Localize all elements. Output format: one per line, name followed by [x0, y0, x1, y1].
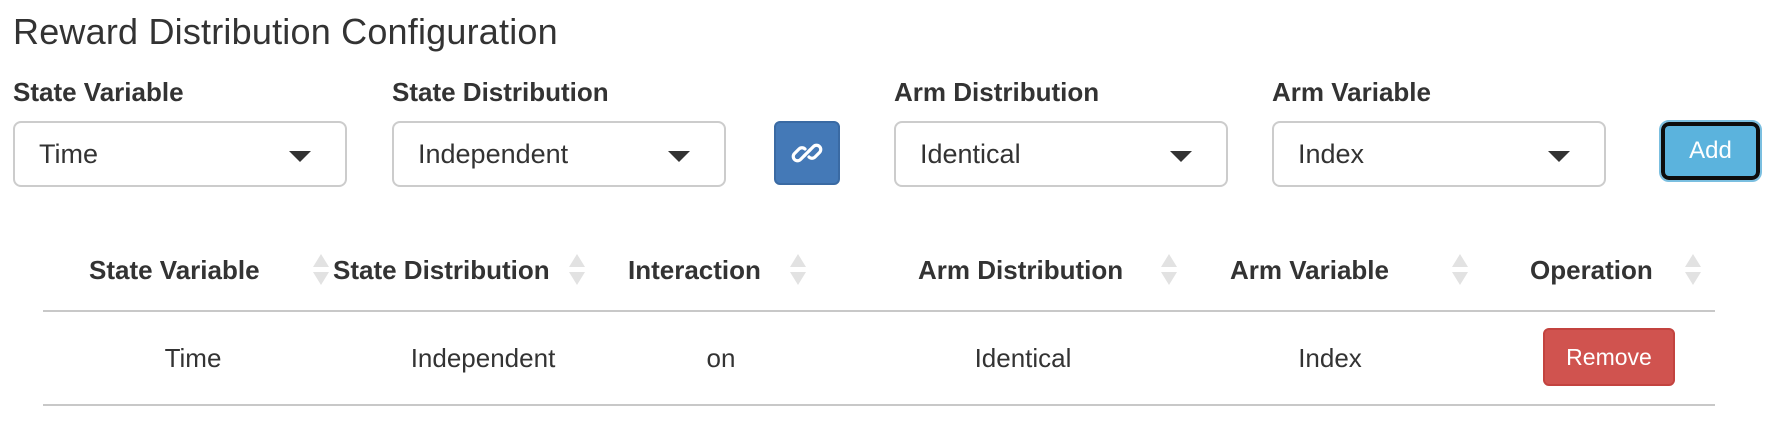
page-title: Reward Distribution Configuration — [13, 11, 558, 52]
caret-down-icon — [1548, 151, 1570, 162]
column-header-label: Operation — [1530, 255, 1653, 285]
sort-icon — [1452, 254, 1468, 290]
sort-icon — [313, 254, 329, 290]
cell-arm-variable: Index — [1298, 343, 1362, 373]
state-variable-select[interactable]: Time — [13, 121, 347, 187]
column-header-label: Arm Variable — [1230, 255, 1389, 285]
link-icon — [791, 143, 823, 163]
sort-icon — [1685, 254, 1701, 290]
state-distribution-value: Independent — [418, 139, 569, 169]
add-button[interactable]: Add — [1659, 120, 1762, 182]
rules-table: State Variable State Distribution Intera… — [43, 236, 1715, 406]
state-distribution-select[interactable]: Independent — [392, 121, 726, 187]
arm-distribution-value: Identical — [920, 139, 1021, 169]
link-button[interactable] — [774, 121, 840, 185]
column-header-label: Arm Distribution — [918, 255, 1124, 285]
column-header-label: Interaction — [628, 255, 761, 285]
sort-icon — [1161, 254, 1177, 290]
column-header-operation[interactable]: Operation — [1530, 236, 1715, 310]
cell-state-variable: Time — [164, 343, 222, 373]
column-header-interaction[interactable]: Interaction — [628, 236, 908, 310]
state-distribution-label: State Distribution — [392, 77, 609, 107]
state-variable-label: State Variable — [13, 77, 184, 107]
cell-arm-distribution: Identical — [974, 343, 1072, 373]
caret-down-icon — [668, 151, 690, 162]
cell-state-distribution: Independent — [410, 343, 556, 373]
table-header: State Variable State Distribution Intera… — [43, 236, 1715, 312]
caret-down-icon — [289, 151, 311, 162]
arm-variable-label: Arm Variable — [1272, 77, 1431, 107]
table-row: Time Independent on Identical Index Remo… — [43, 312, 1715, 406]
cell-interaction: on — [706, 343, 736, 373]
sort-icon — [569, 254, 585, 290]
arm-variable-select[interactable]: Index — [1272, 121, 1606, 187]
arm-variable-value: Index — [1298, 139, 1365, 169]
caret-down-icon — [1170, 151, 1192, 162]
column-header-label: State Variable — [89, 255, 260, 285]
column-header-arm-distribution[interactable]: Arm Distribution — [918, 236, 1218, 310]
remove-button[interactable]: Remove — [1543, 328, 1675, 386]
sort-icon — [790, 254, 806, 290]
arm-distribution-label: Arm Distribution — [894, 77, 1100, 107]
state-variable-value: Time — [39, 139, 98, 169]
arm-distribution-select[interactable]: Identical — [894, 121, 1228, 187]
column-header-arm-variable[interactable]: Arm Variable — [1230, 236, 1530, 310]
column-header-label: State Distribution — [333, 255, 550, 285]
column-header-state-variable[interactable]: State Variable — [43, 236, 329, 310]
column-header-state-distribution[interactable]: State Distribution — [333, 236, 613, 310]
